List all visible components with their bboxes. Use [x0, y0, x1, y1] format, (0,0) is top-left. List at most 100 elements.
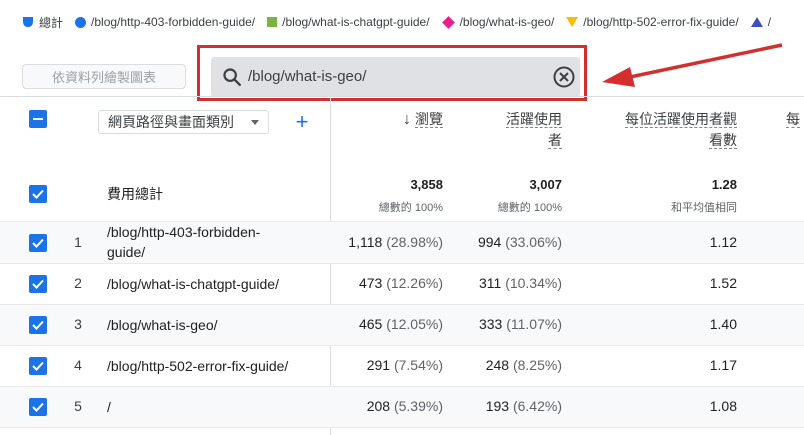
totals-users: 3,007	[529, 177, 562, 192]
square-icon	[267, 17, 278, 27]
drop-icon	[23, 17, 33, 27]
check-icon	[32, 361, 44, 371]
users-pct: (6.42%)	[512, 398, 562, 414]
row-path-line1: /blog/http-502-error-fix-guide/	[107, 358, 289, 374]
column-header-partial[interactable]: 每	[786, 109, 804, 130]
check-icon	[32, 238, 44, 248]
views-value: 465	[358, 316, 383, 332]
row-path-line2: guide/	[107, 244, 146, 260]
row-number: 2	[74, 275, 82, 291]
users-value: 248	[485, 357, 510, 373]
row-checkbox[interactable]	[29, 316, 47, 334]
triangle-up-icon	[750, 17, 763, 27]
row-checkbox[interactable]	[29, 357, 47, 375]
row-divider	[0, 427, 804, 428]
minus-icon	[33, 118, 43, 120]
users-value: 994	[477, 234, 502, 250]
row-path[interactable]: /	[107, 397, 322, 417]
views-value: 473	[358, 275, 383, 291]
column-label: 每	[786, 111, 800, 128]
row-number: 1	[74, 234, 82, 250]
row-checkbox[interactable]	[29, 275, 47, 293]
table-row[interactable]: 3 /blog/what-is-geo/ 465 (12.05%) 333 (1…	[0, 305, 804, 345]
views-pct: (5.39%)	[393, 398, 443, 414]
column-header-views[interactable]: ↓ 瀏覽	[350, 109, 443, 130]
table-row[interactable]: 4 /blog/http-502-error-fix-guide/ 291 (7…	[0, 346, 804, 386]
row-views: 1,118 (28.98%)	[330, 234, 443, 250]
users-pct: (10.34%)	[505, 275, 562, 291]
row-path[interactable]: /blog/http-502-error-fix-guide/	[107, 356, 322, 376]
users-value: 193	[485, 398, 510, 414]
row-per-user: 1.17	[709, 357, 737, 373]
totals-checkbox[interactable]	[29, 185, 47, 203]
arrow-down-icon: ↓	[403, 111, 411, 128]
views-pct: (12.26%)	[386, 275, 443, 291]
row-users: 248 (8.25%)	[450, 357, 562, 373]
legend-label: /blog/what-is-geo/	[459, 15, 555, 29]
legend-item-root[interactable]: /	[750, 15, 772, 29]
row-number: 3	[74, 316, 82, 332]
row-views: 291 (7.54%)	[330, 357, 443, 373]
add-dimension-button[interactable]: +	[293, 110, 311, 134]
row-path-line1: /blog/what-is-chatgpt-guide/	[107, 276, 279, 292]
column-label-line1: 每位活躍使用者觀	[625, 111, 737, 128]
row-path[interactable]: /blog/http-403-forbidden-guide/	[107, 222, 322, 262]
totals-users-sub: 總數的 100%	[497, 202, 562, 214]
row-per-user: 1.52	[709, 275, 737, 291]
legend-label: /blog/what-is-chatgpt-guide/	[282, 15, 430, 29]
row-views: 465 (12.05%)	[330, 316, 443, 332]
table-row[interactable]: 2 /blog/what-is-chatgpt-guide/ 473 (12.2…	[0, 264, 804, 304]
dimension-select[interactable]: 網頁路徑與畫面類別	[98, 110, 269, 134]
dimension-label: 網頁路徑與畫面類別	[108, 114, 234, 130]
column-header-views-per-user[interactable]: 每位活躍使用者觀 看數	[590, 109, 737, 151]
table-row[interactable]: 1 /blog/http-403-forbidden-guide/ 1,118 …	[0, 222, 804, 263]
plot-rows-button[interactable]: 依資料列繪製圖表	[22, 64, 186, 89]
users-value: 311	[478, 275, 502, 291]
views-value: 291	[366, 357, 391, 373]
row-per-user: 1.08	[709, 398, 737, 414]
views-value: 1,118	[348, 234, 383, 250]
column-label: 瀏覽	[415, 111, 443, 128]
column-header-active-users[interactable]: 活躍使用 者	[470, 109, 562, 151]
legend-item-total[interactable]: 總計	[22, 14, 63, 31]
annotation-highlight-box	[197, 45, 587, 101]
triangle-down-icon	[566, 17, 579, 27]
row-path-line1: /blog/what-is-geo/	[107, 317, 218, 333]
views-value: 208	[366, 398, 391, 414]
users-value: 333	[478, 316, 503, 332]
row-checkbox[interactable]	[29, 234, 47, 252]
check-icon	[32, 320, 44, 330]
legend-item-502[interactable]: /blog/http-502-error-fix-guide/	[566, 15, 739, 29]
row-path[interactable]: /blog/what-is-chatgpt-guide/	[107, 274, 322, 294]
select-all-checkbox[interactable]	[29, 110, 47, 128]
chevron-down-icon	[251, 120, 259, 125]
views-pct: (7.54%)	[393, 357, 443, 373]
row-number: 5	[74, 398, 82, 414]
table-row[interactable]: 5 / 208 (5.39%) 193 (6.42%) 1.08	[0, 387, 804, 427]
legend-label: /blog/http-403-forbidden-guide/	[91, 15, 256, 29]
legend-label: /blog/http-502-error-fix-guide/	[583, 15, 739, 29]
legend-label: 總計	[39, 15, 64, 30]
row-checkbox[interactable]	[29, 398, 47, 416]
views-pct: (28.98%)	[386, 234, 443, 250]
row-users: 994 (33.06%)	[450, 234, 562, 250]
users-pct: (8.25%)	[512, 357, 562, 373]
check-icon	[32, 279, 44, 289]
legend-item-chatgpt[interactable]: /blog/what-is-chatgpt-guide/	[267, 15, 430, 29]
circle-icon	[75, 16, 87, 28]
row-views: 208 (5.39%)	[330, 398, 443, 414]
legend-item-403[interactable]: /blog/http-403-forbidden-guide/	[75, 15, 255, 29]
row-users: 333 (11.07%)	[450, 316, 562, 332]
totals-per-user: 1.28	[711, 177, 737, 192]
legend-label: /	[767, 15, 772, 29]
totals-per-user-sub: 和平均值相同	[671, 202, 737, 214]
legend-item-geo[interactable]: /blog/what-is-geo/	[441, 15, 555, 29]
row-number: 4	[74, 357, 82, 373]
diamond-icon	[441, 15, 455, 29]
row-views: 473 (12.26%)	[330, 275, 443, 291]
chart-legend: 總計 /blog/http-403-forbidden-guide/ /blog…	[0, 0, 804, 44]
row-path[interactable]: /blog/what-is-geo/	[107, 315, 322, 335]
totals-views: 3,858	[410, 177, 443, 192]
users-pct: (33.06%)	[505, 234, 562, 250]
toolbar-divider	[0, 96, 804, 97]
